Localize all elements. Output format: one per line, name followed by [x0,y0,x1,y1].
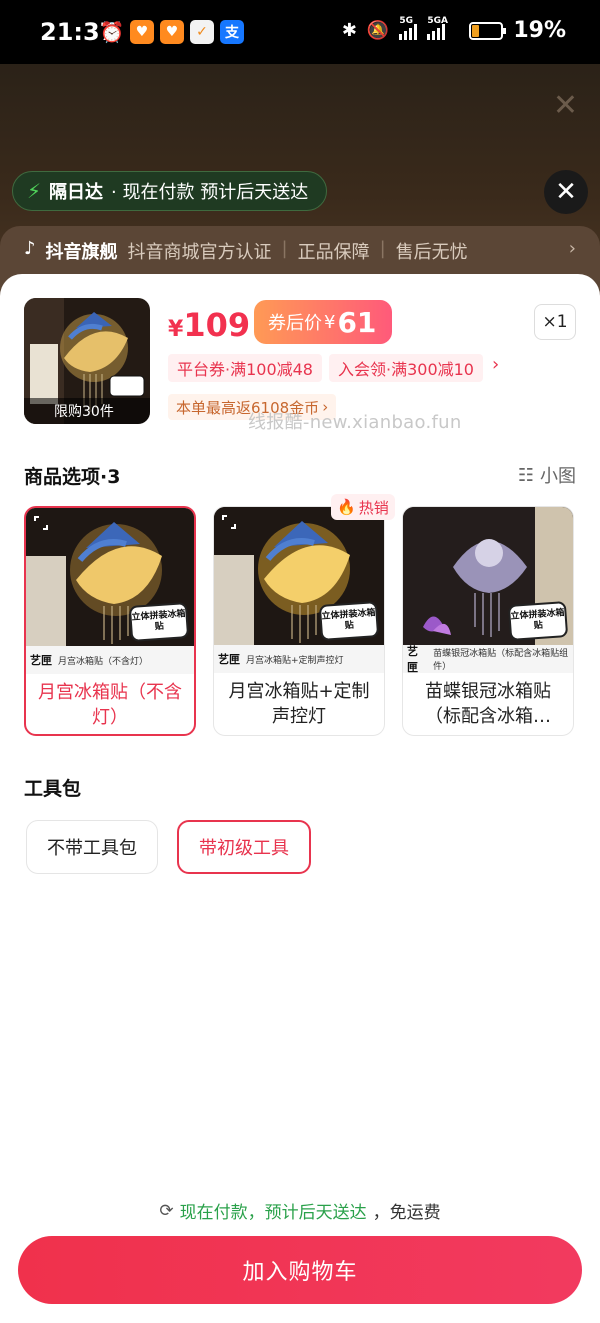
brand-logo: 艺匣 [30,654,52,667]
fire-icon: 🔥 [337,498,356,516]
option-card[interactable]: 立体拼装冰箱贴 艺匣 苗蝶银冠冰箱贴（标配含冰箱贴组件） 苗蝶银冠冰箱贴（标配含… [402,506,574,736]
view-toggle-button[interactable]: ☷ 小图 [518,462,576,488]
list-view-icon: ☷ [517,464,534,486]
option-card[interactable]: 立体拼装冰箱贴 艺匣 月宫冰箱贴+定制声控灯 月宫冰箱贴+定制声控灯 [213,506,385,736]
coupon-price-badge: 券后价 ¥ 61 [254,300,393,344]
watermark: 线报酷-new.xianbao.fun [248,412,462,433]
option-image: 立体拼装冰箱贴 [26,508,194,646]
notification-icons: ⏰ ♥ ♥ ✓ 支 [100,20,244,44]
free-shipping-text: ，免运费 [372,1203,441,1223]
status-bar: 21:37 ⏰ ♥ ♥ ✓ 支 ✱ 🔕 5G 5GA 19% [0,0,600,64]
option-card[interactable]: 立体拼装冰箱贴 艺匣 月宫冰箱贴（不含灯） 月宫冰箱贴（不含灯） [24,506,196,736]
sticker-label: 立体拼装冰箱贴 [128,602,190,642]
delivery-pill: ⚡ 隔日达 · 现在付款 预计后天送达 [12,171,328,211]
option-image: 立体拼装冰箱贴 [403,507,573,645]
option-image-strip: 艺匣 月宫冰箱贴+定制声控灯 [214,645,384,673]
close-button[interactable]: ✕ [544,170,588,214]
store-tag: 售后无忧 [395,242,468,263]
network-type-label: 5G [399,15,413,26]
price-currency: ¥ [168,317,184,342]
delivery-text: · 现在付款 预计后天送达 [111,182,309,203]
toolkit-title: 工具包 [24,778,82,800]
brand-logo: 艺匣 [407,645,418,674]
taobao-app-icon: ♥ [130,20,154,44]
alipay-app-icon: 支 [220,20,244,44]
alarm-icon: ⏰ [99,20,125,44]
close-icon: ✕ [555,177,577,207]
sticker-label: 立体拼装冰箱贴 [507,601,569,641]
sticker-label: 立体拼装冰箱贴 [318,601,380,641]
toolkit-option-none[interactable]: 不带工具包 [26,820,158,874]
sku-selector-sheet: 限购30件 ¥109 券后价 ¥ 61 ×1 平台券·满100减48 入会领·满… [0,274,600,1323]
strip-text: 月宫冰箱贴（不含灯） [58,656,149,667]
shipping-info: ⟳ 现在付款，预计后天送达 ，免运费 [0,1198,600,1224]
brand-logo: 艺匣 [218,653,240,666]
hot-badge: 🔥 热销 [331,494,395,520]
options-title: 商品选项·3 [24,466,121,488]
price: ¥109 [168,306,250,344]
battery-percent: 19% [513,18,566,43]
delivery-title: 隔日达 [49,182,104,203]
lightning-icon: ⚡ [27,179,42,203]
option-image-strip: 艺匣 苗蝶银冠冰箱贴（标配含冰箱贴组件） [403,645,573,674]
divider: | [281,238,288,259]
battery-icon [469,21,507,40]
expand-icon[interactable] [222,515,236,529]
coupon-price-value: 61 [337,305,377,339]
purchase-limit-label: 限购30件 [24,398,150,424]
toolkit-option-basic[interactable]: 带初级工具 [177,820,311,874]
chevron-right-icon: › [568,238,576,259]
mute-icon: 🔕 [366,20,390,41]
option-label: 月宫冰箱贴+定制声控灯 [228,681,370,727]
background-close-icon: ✕ [552,88,578,123]
store-tag: 正品保障 [297,242,370,263]
coupon-tag[interactable]: 平台券·满100减48 [168,354,322,382]
huaxiao-app-icon: ✓ [190,20,214,44]
product-thumbnail[interactable]: 限购30件 [24,298,150,424]
coupon-price-label: 券后价 [268,313,322,334]
hot-badge-label: 热销 [358,498,389,517]
coupon-price-currency: ¥ [324,311,336,333]
option-image: 立体拼装冰箱贴 [214,507,384,645]
bluetooth-icon: ✱ [341,20,357,41]
shipping-eta: 现在付款，预计后天送达 [179,1203,367,1223]
view-toggle-label: 小图 [540,466,576,487]
strip-text: 月宫冰箱贴+定制声控灯 [246,655,344,666]
store-tag: 抖音商城官方认证 [127,242,272,263]
coupon-tag[interactable]: 入会领·满300减10 [329,354,483,382]
quantity-selector[interactable]: ×1 [534,304,576,340]
store-badge: 抖音旗舰 [45,242,118,263]
truck-icon: ⟳ [159,1200,174,1221]
expand-icon[interactable] [34,516,48,530]
status-right: ✱ 🔕 5G 5GA 19% [341,16,566,44]
add-to-cart-button[interactable]: 加入购物车 [18,1236,582,1304]
option-image-strip: 艺匣 月宫冰箱贴（不含灯） [26,646,194,674]
douyin-icon: ♪ [24,238,36,259]
option-label: 苗蝶银冠冰箱贴（标配含冰箱… [425,681,551,727]
signal-icon: 5G [399,16,418,40]
taobao-app-icon: ♥ [160,20,184,44]
network-type-label: 5GA [427,15,448,26]
signal-icon: 5GA [427,16,459,40]
option-label: 月宫冰箱贴（不含灯） [38,682,182,728]
price-value: 109 [183,306,251,344]
chevron-right-icon[interactable]: › [492,354,499,375]
divider: | [379,238,386,259]
strip-text: 苗蝶银冠冰箱贴（标配含冰箱贴组件） [433,649,569,672]
